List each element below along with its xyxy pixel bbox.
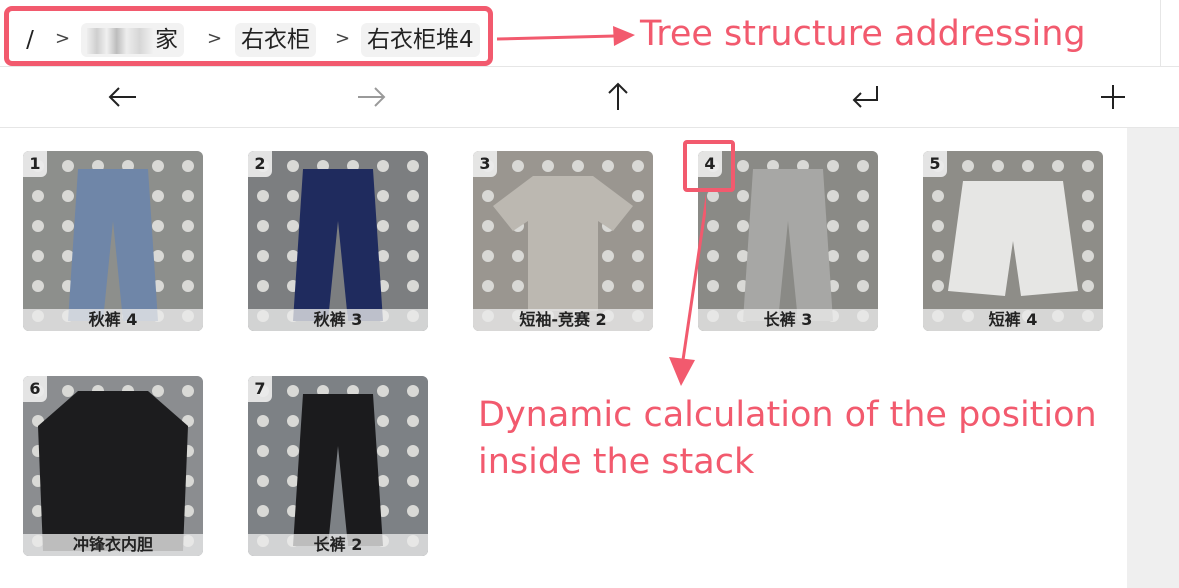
item-photo [473, 151, 653, 331]
item-card[interactable]: 5 短裤 4 [923, 151, 1103, 331]
breadcrumb-separator: > [207, 28, 223, 49]
redacted-blur [87, 27, 153, 54]
scrollbar[interactable] [1127, 128, 1179, 588]
item-photo [923, 151, 1103, 331]
breadcrumb-item-label: 家 [155, 27, 178, 53]
annotation-dynamic-position: Dynamic calculation of the position insi… [478, 392, 1097, 486]
forward-button[interactable] [341, 67, 401, 127]
item-photo [248, 376, 428, 556]
item-card[interactable]: 7 长裤 2 [248, 376, 428, 556]
item-label: 短裤 4 [923, 309, 1103, 331]
breadcrumb-item-home[interactable]: 家 [81, 23, 184, 57]
up-button[interactable] [588, 67, 648, 127]
annotation-arrow-right [497, 26, 635, 46]
item-photo [23, 151, 203, 331]
item-card[interactable]: 1 秋裤 4 [23, 151, 203, 331]
plus-icon [1101, 85, 1125, 109]
item-card[interactable]: 3 短袖-竞赛 2 [473, 151, 653, 331]
enter-button[interactable] [836, 67, 896, 127]
add-button[interactable] [1083, 67, 1143, 127]
item-label: 长裤 3 [698, 309, 878, 331]
item-card[interactable]: 6 冲锋衣内胆 [23, 376, 203, 556]
item-card[interactable]: 2 秋裤 3 [248, 151, 428, 331]
item-label: 长裤 2 [248, 534, 428, 556]
stack-position-badge: 7 [248, 376, 272, 402]
annotation-tree-structure: Tree structure addressing [640, 14, 1086, 54]
annotation-line: Dynamic calculation of the position [478, 395, 1097, 435]
breadcrumb-separator: > [55, 28, 71, 49]
toolbar [0, 67, 1179, 128]
stack-position-badge: 6 [23, 376, 47, 402]
item-photo [23, 376, 203, 556]
breadcrumb: / > 家 > 右衣柜 > 右衣柜堆4 [4, 6, 493, 66]
breadcrumb-item-stack[interactable]: 右衣柜堆4 [361, 23, 480, 57]
stack-position-badge: 5 [923, 151, 947, 177]
breadcrumb-root[interactable]: / [17, 23, 43, 57]
stack-position-badge: 2 [248, 151, 272, 177]
stack-position-badge: 1 [23, 151, 47, 177]
back-button[interactable] [93, 67, 153, 127]
breadcrumb-bar: / > 家 > 右衣柜 > 右衣柜堆4 Tree structure addre… [0, 0, 1179, 67]
item-label: 短袖-竞赛 2 [473, 309, 653, 331]
divider [1160, 0, 1161, 66]
breadcrumb-separator: > [335, 28, 351, 49]
arrow-right-icon [358, 87, 386, 107]
item-label: 冲锋衣内胆 [23, 534, 203, 556]
item-label: 秋裤 4 [23, 309, 203, 331]
item-photo [248, 151, 428, 331]
annotation-highlight-box [683, 140, 735, 192]
stack-position-badge: 3 [473, 151, 497, 177]
item-label: 秋裤 3 [248, 309, 428, 331]
annotation-arrow-down [669, 193, 706, 386]
return-icon [852, 86, 878, 108]
breadcrumb-item-right-wardrobe[interactable]: 右衣柜 [235, 23, 316, 57]
arrow-up-icon [608, 82, 628, 110]
annotation-line: inside the stack [478, 442, 755, 482]
arrow-left-icon [108, 87, 136, 107]
